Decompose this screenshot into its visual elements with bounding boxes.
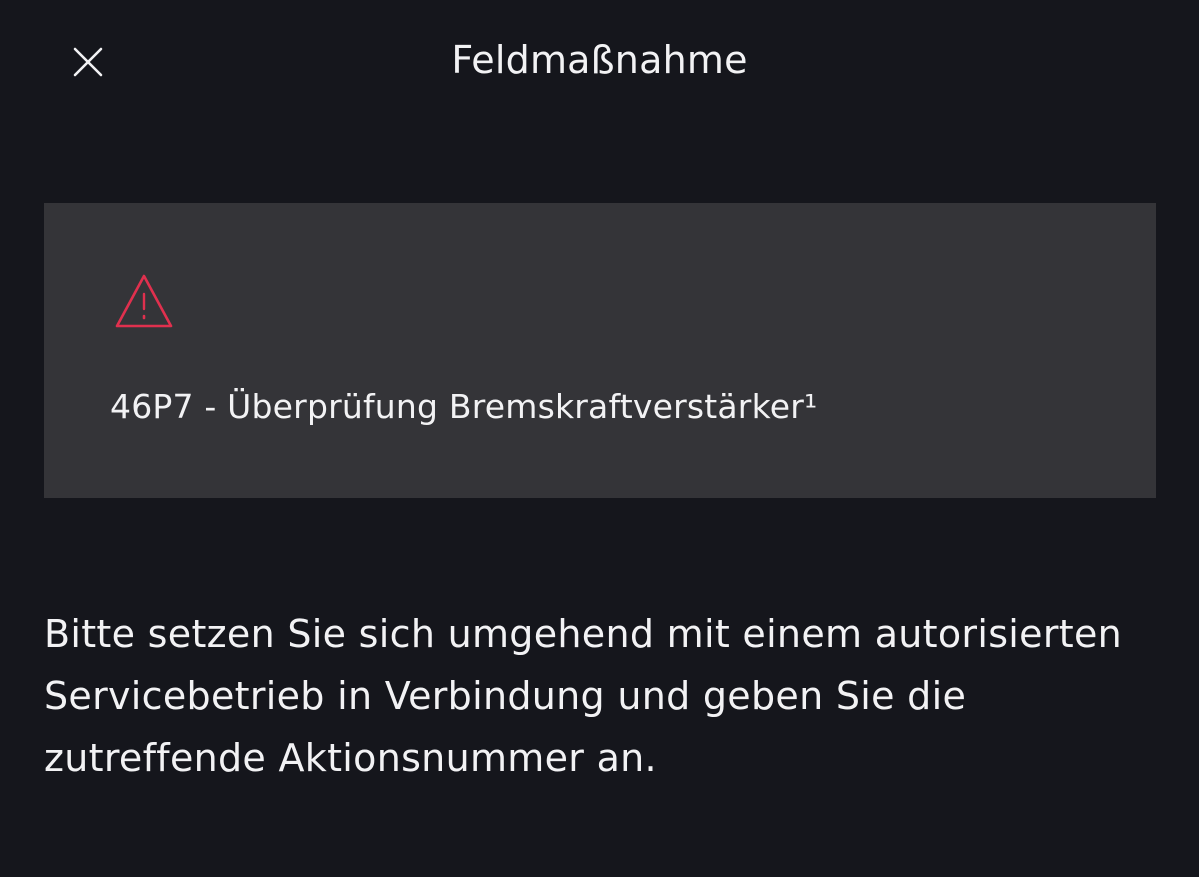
warning-triangle-icon [115,274,173,328]
header-bar: Feldmaßnahme [0,0,1199,130]
instruction-text: Bitte setzen Sie sich umgehend mit einem… [44,612,1123,780]
page-title: Feldmaßnahme [451,38,748,82]
recall-card[interactable]: 46P7 - Überprüfung Bremskraftverstärker¹ [44,203,1156,498]
recall-title: 46P7 - Überprüfung Bremskraftverstärker¹ [110,387,818,426]
